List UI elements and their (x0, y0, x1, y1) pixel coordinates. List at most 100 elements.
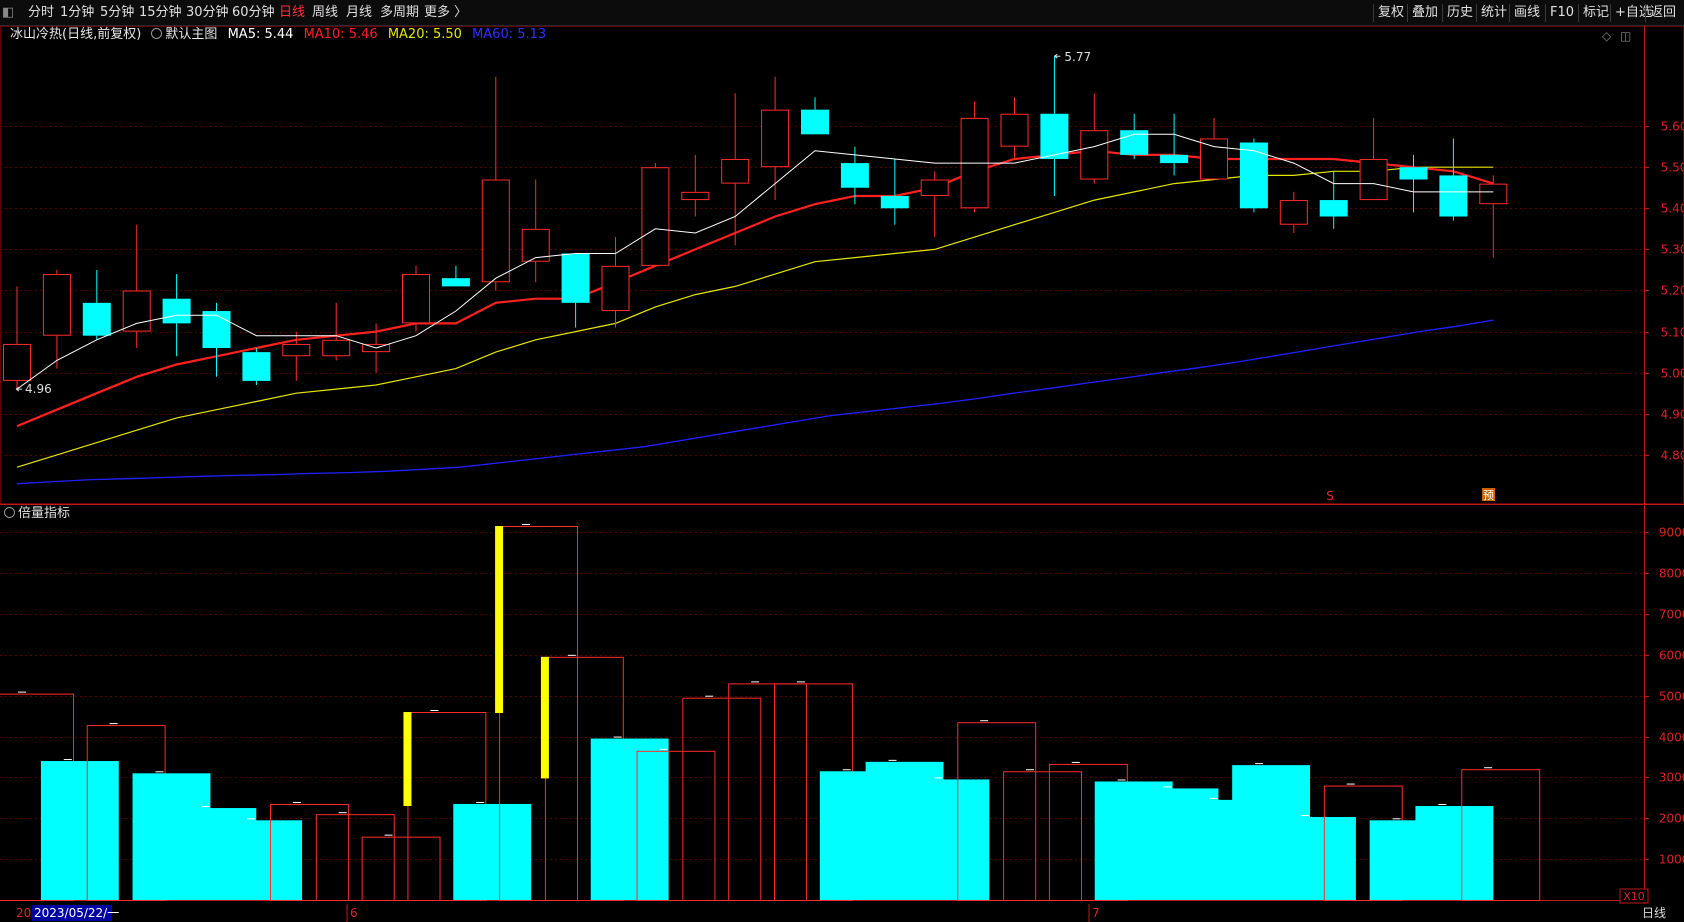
tool-button-6[interactable]: 标记 (1583, 0, 1609, 26)
candle[interactable] (761, 76, 790, 201)
tool-button-1[interactable]: 叠加 (1412, 0, 1438, 26)
tool-button-4[interactable]: 画线 (1514, 0, 1540, 26)
period-tab-1[interactable]: 1分钟 (60, 0, 94, 26)
tool-button-2[interactable]: 历史 (1447, 0, 1473, 26)
event-marker-s[interactable]: S (1326, 489, 1334, 503)
candle[interactable] (1319, 171, 1348, 229)
main-chart-indicator-icon[interactable] (151, 28, 163, 39)
volume-bar[interactable] (361, 834, 441, 901)
volume-bar[interactable] (453, 801, 532, 900)
candle[interactable] (1479, 175, 1508, 258)
volume-bar[interactable] (1003, 769, 1082, 901)
period-tab-0[interactable]: 分时 (28, 0, 54, 26)
period-tab-4[interactable]: 30分钟 (186, 0, 229, 26)
candle[interactable] (202, 302, 231, 377)
candle[interactable] (122, 224, 151, 349)
volume-bar[interactable] (224, 818, 303, 900)
candle[interactable] (1439, 138, 1468, 221)
candle[interactable] (880, 158, 909, 225)
volume-bar[interactable] (682, 695, 762, 901)
candle-body (162, 298, 191, 324)
volume-bar[interactable] (590, 736, 669, 900)
volume-bar-down (453, 803, 532, 900)
month-label: 6 (350, 906, 358, 920)
volume-bar-up (1003, 771, 1082, 901)
period-tab-2[interactable]: 5分钟 (100, 0, 134, 26)
volume-bar[interactable] (911, 777, 990, 900)
period-tab-9[interactable]: 多周期 (380, 0, 419, 26)
toolbar-separator (1442, 4, 1443, 22)
candle[interactable] (441, 265, 470, 287)
stock-name: 冰山冷热(日线,前复权) (10, 27, 142, 42)
volume-tick-label: 20000 (1659, 812, 1684, 826)
tool-button-8[interactable]: 返回 (1650, 0, 1676, 26)
price-tick-label: 5.40 (1661, 202, 1684, 216)
candle[interactable] (1000, 97, 1029, 159)
price-tick-label: 5.30 (1661, 243, 1684, 257)
period-tab-3[interactable]: 15分钟 (139, 0, 182, 26)
volume-bar[interactable] (315, 812, 395, 902)
candle-body (282, 343, 311, 357)
period-tab-7[interactable]: 周线 (312, 0, 338, 26)
candle[interactable] (3, 286, 31, 390)
tool-button-3[interactable]: 统计 (1481, 0, 1507, 26)
volume-bar[interactable] (40, 759, 119, 900)
candle[interactable] (920, 171, 949, 238)
candle-body (920, 179, 949, 196)
candle[interactable] (681, 154, 710, 217)
candle[interactable] (1399, 154, 1428, 213)
diamond-icon[interactable]: ◇ (1602, 29, 1612, 43)
candle[interactable] (242, 348, 271, 386)
candle[interactable] (1080, 93, 1109, 184)
volume-indicator-icon[interactable] (4, 507, 15, 518)
date-axis: 20 2023/05/22/一 6 7 日线 (0, 904, 1684, 922)
candle[interactable] (521, 179, 550, 283)
volume-tick-label: 10000 (1659, 853, 1684, 867)
candlestick-chart[interactable]: 4.80 4.90 5.00 5.10 5.20 5.30 5.40 5.50 5.60 5.77… (0, 26, 1684, 504)
candle[interactable] (402, 265, 430, 332)
candle[interactable] (641, 163, 670, 266)
panel-toggle-icon[interactable]: ◧ (2, 0, 18, 26)
volume-bar[interactable] (1278, 815, 1356, 900)
candle[interactable] (82, 269, 111, 340)
tool-button-7[interactable]: +自选 (1615, 0, 1652, 26)
ma20-line (16, 166, 1494, 468)
candle[interactable] (721, 93, 750, 246)
candle-body (441, 278, 470, 287)
candle[interactable] (561, 253, 590, 328)
double-volume-marker (540, 656, 549, 779)
candle[interactable] (1359, 117, 1388, 201)
candle-body (1399, 167, 1428, 180)
volume-indicator-title[interactable]: 倍量指标 (18, 506, 70, 521)
candle[interactable] (1200, 117, 1228, 180)
candle-body (561, 253, 590, 303)
main-indicator-label[interactable]: 默认主图 (165, 27, 217, 42)
candle[interactable] (481, 76, 510, 291)
candle-body (202, 311, 231, 349)
period-tab-8[interactable]: 月线 (346, 0, 372, 26)
volume-bar[interactable] (1415, 804, 1494, 901)
volume-bar-down (40, 761, 119, 900)
candle-body (801, 109, 829, 135)
tool-button-0[interactable]: 复权 (1378, 0, 1404, 26)
month-label: 7 (1092, 906, 1100, 920)
period-tab-10[interactable]: 更多 〉 (424, 0, 467, 26)
candle[interactable] (801, 97, 829, 135)
candle[interactable] (1279, 191, 1308, 233)
candle[interactable] (1040, 56, 1069, 196)
candle-body (1239, 142, 1268, 209)
period-tab-6[interactable]: 日线 (279, 0, 305, 26)
candle[interactable] (322, 302, 351, 361)
period-tab-5[interactable]: 60分钟 (232, 0, 275, 26)
candle[interactable] (1160, 113, 1189, 176)
candle-body (322, 339, 351, 357)
volume-bar[interactable] (728, 681, 808, 901)
candle[interactable] (960, 101, 989, 213)
panel-layout-icon[interactable]: ◫ (1620, 29, 1631, 43)
candle[interactable] (601, 237, 630, 328)
candle[interactable] (1120, 113, 1149, 159)
candle-body (42, 274, 71, 336)
volume-chart[interactable]: 10000 20000 30000 40000 50000 60000 70000 80000… (0, 504, 1684, 904)
tool-button-5[interactable]: F10 (1550, 0, 1574, 26)
candle[interactable] (42, 269, 71, 369)
